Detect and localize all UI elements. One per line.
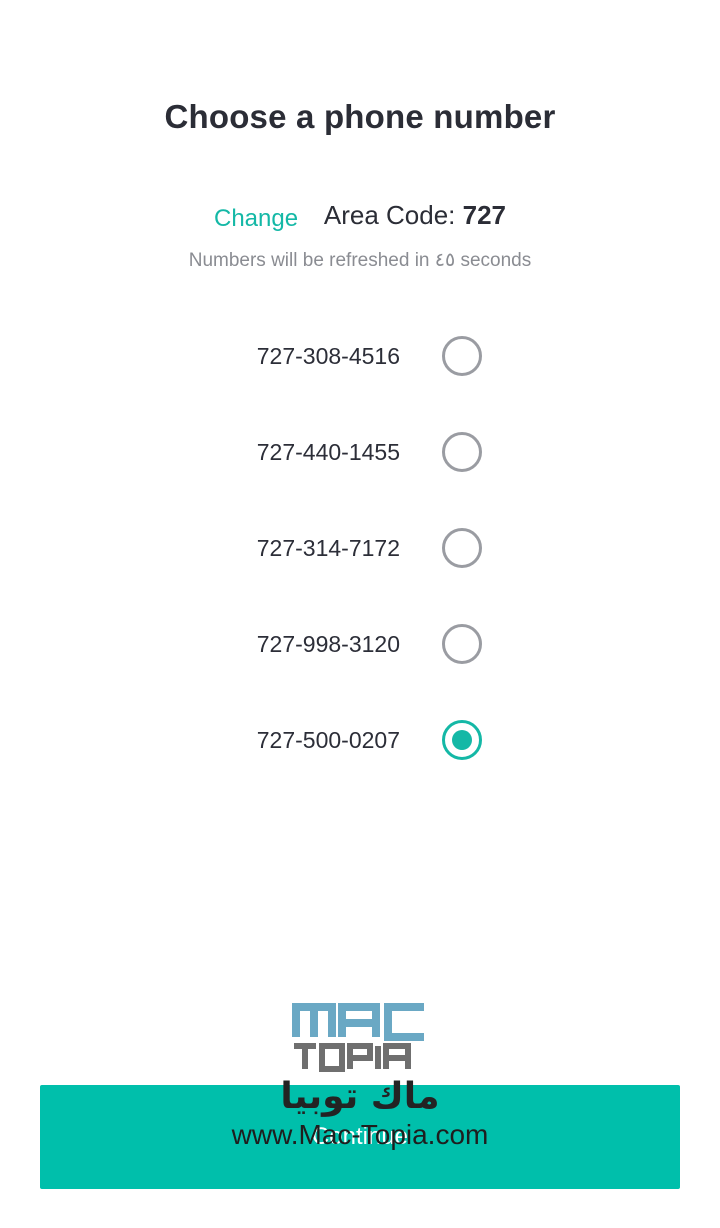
radio-selected-dot xyxy=(452,730,472,750)
phone-number-option[interactable]: 727-314-7172 xyxy=(0,499,720,595)
phone-number-text: 727-314-7172 xyxy=(256,535,400,561)
mac-topia-logo xyxy=(292,1003,424,1072)
phone-number-option[interactable]: 727-440-1455 xyxy=(0,403,720,499)
phone-number-option[interactable]: 727-998-3120 xyxy=(0,595,720,691)
radio-button[interactable] xyxy=(442,336,482,376)
phone-number-text: 727-308-4516 xyxy=(256,343,400,369)
page-title: Choose a phone number xyxy=(164,98,556,135)
phone-number-list: 727-308-4516 727-440-1455 727-314-7172 7… xyxy=(0,307,720,787)
radio-button-selected[interactable] xyxy=(442,720,482,760)
area-code-row: Change Area Code: 727 xyxy=(0,200,720,232)
refresh-countdown-text: Numbers will be refreshed in ٤٥ seconds xyxy=(188,250,532,271)
phone-number-option[interactable]: 727-308-4516 xyxy=(0,307,720,403)
radio-button[interactable] xyxy=(442,432,482,472)
radio-button[interactable] xyxy=(442,624,482,664)
continue-button[interactable]: Continue xyxy=(40,1085,680,1189)
change-area-code-link[interactable]: Change xyxy=(214,205,298,232)
phone-number-option-selected[interactable]: 727-500-0207 xyxy=(0,691,720,787)
phone-number-text: 727-998-3120 xyxy=(256,631,400,657)
radio-button[interactable] xyxy=(442,528,482,568)
phone-number-text: 727-440-1455 xyxy=(256,439,400,465)
phone-number-text: 727-500-0207 xyxy=(256,727,400,753)
area-code-label: Area Code: xyxy=(323,200,456,230)
area-code-value: 727 xyxy=(462,200,507,230)
